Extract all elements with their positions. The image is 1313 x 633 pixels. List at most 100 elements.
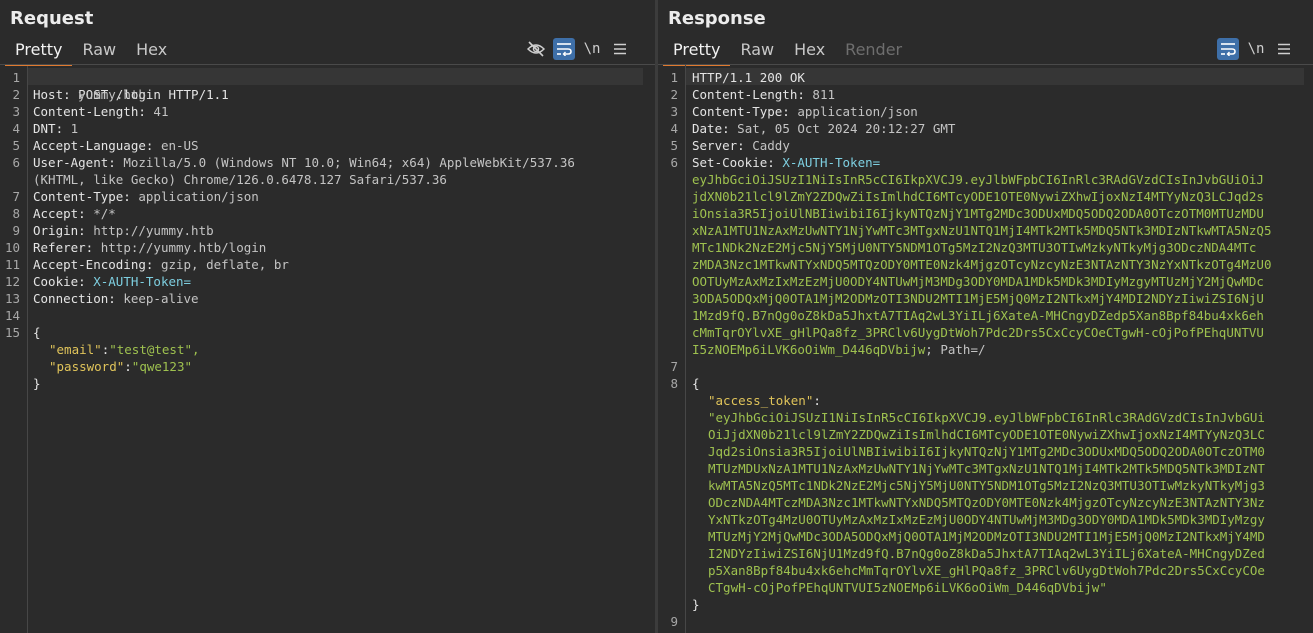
header-value: */* [93, 206, 116, 221]
header-value: 41 [153, 104, 169, 119]
header-name: Server: [692, 138, 745, 153]
json-token-line: "eyJhbGciOiJSUzI1NiIsInR5cCI6IkpXVCJ9.ey… [708, 410, 1265, 425]
header-value: 1 [70, 121, 79, 136]
header-name: User-Agent: [33, 155, 116, 170]
hamburger-menu-icon[interactable] [609, 38, 631, 60]
line-number: 5 [12, 138, 20, 153]
json-token-line: CTgwH-cOjPofPEhqUNTVUI5zNOEMp6iLVK6oOiWm… [708, 580, 1107, 595]
line-number: 5 [670, 138, 678, 153]
header-value: Caddy [752, 138, 790, 153]
header-value: gzip, deflate, br [160, 257, 289, 272]
json-token-line: p5Xan8Bpf84bu4xk6ehcMmTqrOYlvXE_gHlPQa8f… [708, 563, 1265, 578]
header-line: Accept: */* [33, 205, 116, 222]
cookie-token-line: 3ODA5ODQxMjQ0OTA1MjM2ODMzOTI3NDU2MTI1MjE… [692, 291, 1264, 306]
header-name: Content-Length: [692, 87, 805, 102]
response-pane: Response Pretty Raw Hex Render \n 1 2 3 … [658, 0, 1313, 633]
header-value: Sat, 05 Oct 2024 20:12:27 GMT [737, 121, 956, 136]
status-line: HTTP/1.1 200 OK [692, 70, 805, 85]
cookie-token-line: I5zNOEMp6iLVK6oOiWm_D446qDVbijw; Path=/ [692, 341, 986, 358]
cookie-token-line: MTc1NDk2NzE2Mjc5NjY5MjU0NTY5NDM1OTg5MzI2… [692, 240, 1257, 255]
hamburger-menu-icon[interactable] [1273, 38, 1295, 60]
json-password-line: "password":"qwe123" [49, 358, 192, 375]
json-token-line: I2NDYzIiwiZSI6NjU1Mzd9fQ.B7nQg0oZ8kDa5Jh… [708, 546, 1265, 561]
header-line: Accept-Language: en-US [33, 137, 199, 154]
header-value: 811 [812, 87, 835, 102]
cookie-token-line: iOnsia3R5IjoiUlNBIiwibiI6IjkyNTQzNjY1MTg… [692, 206, 1264, 221]
tab-render[interactable]: Render [835, 38, 912, 64]
tab-pretty[interactable]: Pretty [5, 38, 73, 66]
word-wrap-icon[interactable] [553, 38, 575, 60]
json-token-line: YxNTkzOTg4MzU0OTUyMzAxMzIxMzEzMjU0ODY4NT… [708, 512, 1265, 527]
json-email-line: "email":"test@test", [49, 341, 200, 358]
header-name: Referer: [33, 240, 94, 255]
eye-slash-icon[interactable] [525, 38, 547, 60]
response-tabs: Pretty Raw Hex Render [663, 38, 912, 66]
header-line: Cookie: X-AUTH-Token= [33, 273, 191, 290]
header-name: Content-Type: [692, 104, 790, 119]
header-line: Origin: http://yummy.htb [33, 222, 214, 239]
line-number: 8 [12, 206, 20, 221]
line-number: 13 [4, 291, 20, 306]
header-value: http://yummy.htb/login [100, 240, 267, 255]
json-token-line: kwMTA5NzQ5MTc1NDk2NzE2Mjc5NjY5MjU0NTY5ND… [708, 478, 1265, 493]
header-value: application/json [138, 189, 259, 204]
header-name: Accept: [33, 206, 86, 221]
line-number: 1 [670, 70, 678, 85]
header-value: application/json [797, 104, 918, 119]
json-token-line: MTUzMjY2MjQwMDc3ODA5ODQxMjQ0OTA1MjM2ODMz… [708, 529, 1265, 544]
request-toolbar: \n [525, 38, 631, 60]
json-brace-close: } [692, 597, 700, 612]
tab-raw[interactable]: Raw [72, 38, 126, 64]
line-number: 14 [4, 308, 20, 323]
header-value: keep-alive [123, 291, 199, 306]
json-brace-close: } [33, 376, 41, 391]
header-line: Connection: keep-alive [33, 290, 199, 307]
line-number: 9 [12, 223, 20, 238]
header-value: http://yummy.htb [93, 223, 214, 238]
json-colon: : [124, 359, 132, 374]
tab-hex[interactable]: Hex [126, 38, 177, 64]
request-editor[interactable]: 1 2 3 4 5 6 7 8 9 10 11 12 13 14 15 POST… [0, 66, 655, 633]
json-token-line: ODczNDA4MTczMDA3Nzc1MTkwNTYxNDQ5MTQzODY0… [708, 495, 1265, 510]
header-name: Connection: [33, 291, 116, 306]
json-brace-open: { [33, 325, 41, 340]
word-wrap-icon[interactable] [1217, 38, 1239, 60]
header-line: DNT: 1 [33, 120, 78, 137]
header-name: Set-Cookie: [692, 155, 775, 170]
cookie-token-line: xNzA1MTU1NzAxMzUwNTY1NjYwMTc3MTgxNzU1NTQ… [692, 223, 1272, 238]
header-name: Cookie: [33, 274, 86, 289]
line-number: 11 [4, 257, 20, 272]
header-name: Accept-Encoding: [33, 257, 154, 272]
cookie-token-line: jdXN0b21lcl9lZmY2ZDQwZiIsImlhdCI6MTcyODE… [692, 189, 1264, 204]
json-token-line: Jqd2siOnsia3R5IjoiUlNBIiwibiI6IjkyNTQzNj… [708, 444, 1265, 459]
header-line: Content-Type: application/json [692, 103, 918, 120]
json-key: "access_token" [708, 393, 814, 408]
json-brace-open: { [692, 376, 700, 391]
set-cookie-line: Set-Cookie: X-AUTH-Token= [692, 154, 880, 171]
line-number: 4 [670, 121, 678, 136]
line-number: 12 [4, 274, 20, 289]
line-number: 3 [12, 104, 20, 119]
tab-pretty[interactable]: Pretty [663, 38, 731, 66]
json-value: "test@test", [109, 342, 200, 357]
cookie-token-line: 1Mzd9fQ.B7nQg0oZ8kDa5JhxtA7TIAq2wL3YiILj… [692, 308, 1264, 323]
newline-toggle-icon[interactable]: \n [1245, 38, 1267, 60]
header-value: (KHTML, like Gecko) Chrome/126.0.6478.12… [33, 172, 447, 187]
line-number: 15 [4, 325, 20, 340]
header-value: Mozilla/5.0 (Windows NT 10.0; Win64; x64… [123, 155, 575, 170]
request-tabs-divider [0, 64, 655, 65]
line-number: 7 [670, 359, 678, 374]
header-name: Origin: [33, 223, 86, 238]
tab-hex[interactable]: Hex [784, 38, 835, 64]
newline-toggle-icon[interactable]: \n [581, 38, 603, 60]
header-line: Host: yummy.htb [33, 86, 146, 103]
response-editor[interactable]: 1 2 3 4 5 6 7 8 9 HTTP/1.1 200 OK Conten… [658, 65, 1313, 633]
request-tabs: Pretty Raw Hex [5, 38, 177, 66]
request-title: Request [10, 8, 94, 29]
tab-raw[interactable]: Raw [730, 38, 784, 64]
line-number: 8 [670, 376, 678, 391]
json-colon: : [813, 393, 821, 408]
json-key: "password" [49, 359, 125, 374]
header-name: DNT: [33, 121, 64, 136]
header-line: Referer: http://yummy.htb/login [33, 239, 266, 256]
